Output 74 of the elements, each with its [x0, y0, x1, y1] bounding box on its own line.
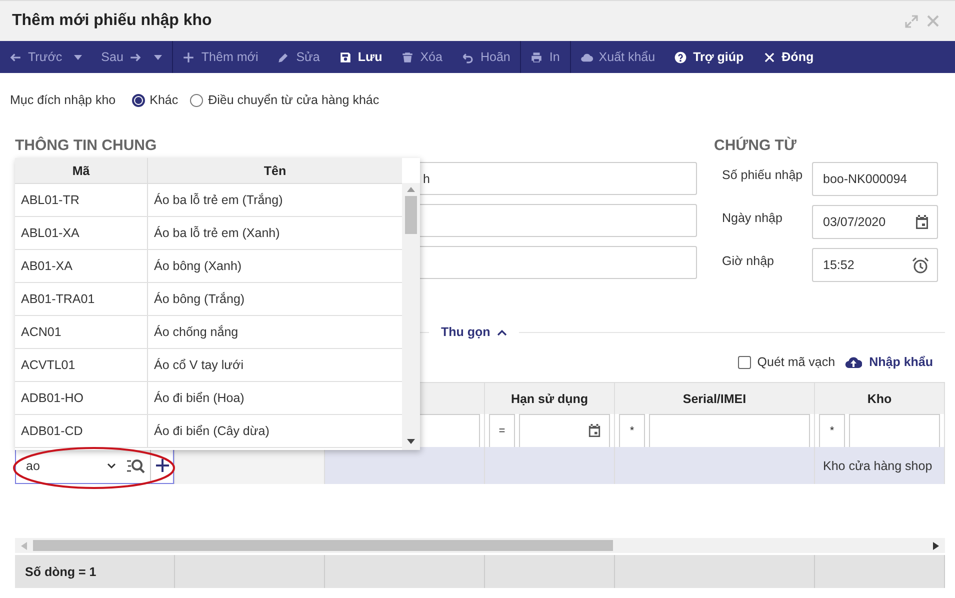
field-value: 15:52: [823, 258, 854, 272]
table-cell: Kho cửa hàng shop: [815, 447, 945, 484]
scrollbar-thumb[interactable]: [405, 196, 417, 234]
field-label: Giờ nhập: [721, 253, 775, 268]
collapse-toggle[interactable]: Thu gọn: [429, 325, 520, 339]
calendar-icon[interactable]: [588, 424, 601, 438]
radio-button[interactable]: [132, 94, 145, 106]
lookup-cell[interactable]: Áo ba lỗ trẻ em (Xanh): [148, 217, 402, 249]
column-header[interactable]: Hạn sử dụng: [485, 382, 615, 414]
lookup-cell[interactable]: Áo đi biển (Cây dừa): [148, 415, 402, 447]
field-label: Số phiếu nhập: [721, 167, 804, 182]
undo-icon: [461, 50, 474, 64]
footer-cell: Số dòng = 1: [15, 555, 175, 588]
scroll-up-icon[interactable]: [407, 187, 415, 192]
vertical-scrollbar[interactable]: [402, 183, 420, 450]
column-header[interactable]: Serial/IMEI: [615, 382, 815, 414]
section-heading: CHỨNG TỪ: [714, 137, 798, 156]
radio-button[interactable]: [190, 94, 204, 106]
purpose-label: Mục đích nhập kho: [10, 93, 116, 107]
horizontal-scrollbar[interactable]: [15, 538, 945, 553]
lookup-cell[interactable]: Áo bông (Trắng): [148, 283, 402, 315]
field-value: boo-NK000094: [823, 172, 908, 186]
text-field[interactable]: boo-NK000094: [812, 162, 938, 196]
lookup-cell[interactable]: ADB01-HO: [15, 382, 148, 414]
lookup-cell[interactable]: Áo đi biển (Hoa): [148, 382, 402, 414]
search-list-icon[interactable]: [126, 458, 146, 474]
column-header: Tên: [262, 162, 288, 180]
time-field[interactable]: 15:52: [812, 248, 938, 282]
import-button[interactable]: Nhập khẩu: [845, 355, 933, 369]
lookup-cell[interactable]: ADB01-CD: [15, 415, 148, 447]
lookup-cell[interactable]: Áo cổ V tay lưới: [148, 349, 402, 381]
lookup-cell[interactable]: AB01-TRA01: [15, 283, 148, 315]
date-field[interactable]: 03/07/2020: [812, 205, 938, 239]
close-icon: [762, 50, 776, 64]
pencil-icon: [277, 50, 290, 64]
alarm-clock-icon[interactable]: [912, 256, 929, 274]
lookup-cell[interactable]: Áo bông (Xanh): [148, 250, 402, 282]
chevron-down-icon: [107, 462, 116, 468]
lookup-cell[interactable]: ACVTL01: [15, 349, 148, 381]
plus-icon: [182, 50, 196, 64]
calendar-icon[interactable]: [915, 214, 929, 230]
scroll-down-icon[interactable]: [407, 439, 415, 444]
section-heading: THÔNG TIN CHUNG: [15, 137, 158, 156]
printer-icon: [530, 50, 544, 64]
cloud-upload-icon: [845, 356, 862, 368]
field-label: Ngày nhập: [721, 210, 784, 225]
lookup-cell[interactable]: Áo ba lỗ trẻ em (Trắng): [148, 184, 402, 216]
lookup-cell[interactable]: ABL01-XA: [15, 217, 148, 249]
save-icon: [338, 50, 352, 64]
checkbox-label[interactable]: Quét mã vạch: [757, 355, 836, 369]
scroll-right-icon[interactable]: [933, 542, 939, 550]
lookup-cell[interactable]: Áo chống nắng: [148, 316, 402, 348]
lookup-cell[interactable]: AB01-XA: [15, 250, 148, 282]
chevron-up-icon: [497, 328, 508, 336]
radio-label[interactable]: Khác: [150, 93, 178, 107]
window-title: Thêm mới phiếu nhập kho: [12, 12, 212, 30]
scroll-left-icon[interactable]: [21, 542, 27, 550]
plus-icon: [156, 459, 168, 472]
close-icon[interactable]: [927, 15, 939, 27]
help-icon: [674, 50, 688, 64]
column-header[interactable]: Kho: [815, 382, 945, 414]
expand-icon[interactable]: [905, 14, 918, 28]
lookup-cell[interactable]: ACN01: [15, 316, 148, 348]
field-value: 03/07/2020: [823, 215, 886, 229]
checkbox[interactable]: [738, 356, 752, 368]
toolbar-button[interactable]: Lưu: [330, 41, 392, 73]
lookup-cell[interactable]: ABL01-TR: [15, 184, 148, 216]
scrollbar-thumb[interactable]: [33, 540, 613, 551]
toolbar-button[interactable]: Trợ giúp: [665, 41, 754, 73]
trash-icon: [401, 50, 414, 64]
combo-value: ao: [26, 458, 41, 472]
toolbar-button[interactable]: Đóng: [754, 41, 824, 73]
column-header: Mã: [15, 158, 148, 183]
radio-label[interactable]: Điều chuyển từ cửa hàng khác: [208, 93, 380, 107]
